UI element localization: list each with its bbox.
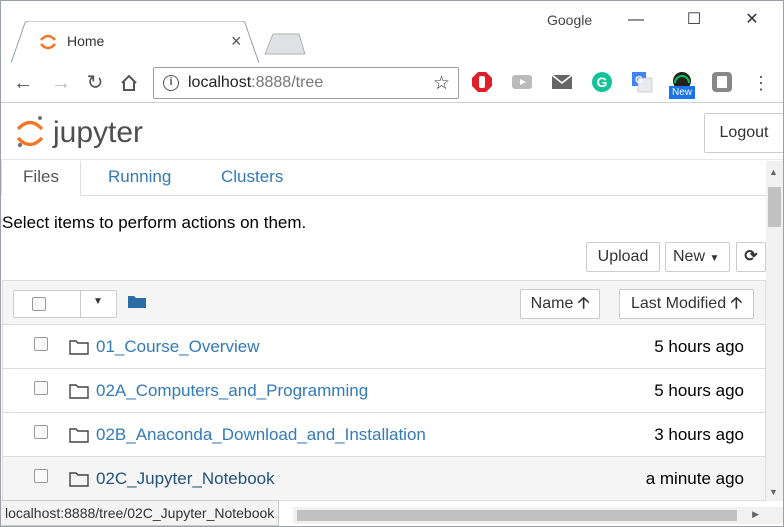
svg-text:G: G [635,75,643,86]
nav-tabs: Files Running Clusters [1,161,766,196]
folder-icon [69,384,89,399]
scrollbar-thumb[interactable] [297,510,737,521]
item-checkbox[interactable] [34,381,48,395]
adblock-icon[interactable] [471,71,493,93]
folder-icon[interactable] [127,293,147,309]
item-modified: 5 hours ago [654,337,744,356]
sort-modified-button[interactable]: Last Modified 🡡 [619,289,754,319]
caret-down-icon[interactable]: ▼ [93,296,103,307]
sort-name-label: Name [530,295,574,312]
new-button-label: New [673,248,706,265]
tab-home[interactable]: Home × [11,21,259,63]
jupyter-page: jupyter Logout Files Running Clusters Se… [1,104,783,526]
screencast-icon[interactable] [711,71,733,93]
list-item[interactable]: 02B_Anaconda_Download_and_Installation 3… [3,413,765,457]
scrollbar-thumb[interactable] [768,187,781,227]
tab-title: Home [67,33,105,49]
new-badge: New [669,86,695,99]
new-button[interactable]: New ▼ [665,242,730,272]
browser-toolbar: ← → ↻ i localhost:8888/tree ☆ G G New ⋮ [1,63,783,103]
scroll-down-icon[interactable]: ▼ [769,487,778,497]
folder-icon [69,472,89,487]
status-bar: localhost:8888/tree/02C_Jupyter_Notebook [1,500,280,526]
browser-window: Google — ☐ ✕ Home × ← → ↻ i localhost:88… [0,0,784,527]
logout-button[interactable]: Logout [704,113,783,153]
content-area: Files Running Clusters Select items to p… [1,161,766,501]
reload-icon[interactable]: ↻ [83,71,107,95]
forward-icon[interactable]: → [49,71,73,95]
back-icon[interactable]: ← [11,71,35,95]
url-text[interactable]: localhost:8888/tree [188,74,323,92]
selection-hint: Select items to perform actions on them. [2,213,307,232]
item-checkbox[interactable] [34,337,48,351]
item-name[interactable]: 02A_Computers_and_Programming [96,381,368,401]
sort-modified-label: Last Modified [630,295,727,312]
item-modified: a minute ago [645,469,744,488]
home-icon[interactable] [119,73,139,93]
refresh-icon: ⟳ [744,248,758,265]
jupyter-header: jupyter Logout [1,104,783,160]
item-modified: 3 hours ago [654,425,744,444]
arrow-up-icon: 🡡 [577,295,590,312]
item-checkbox[interactable] [34,469,48,483]
file-list: ▼ Name 🡡 Last Modified 🡡 01_Course_Overv… [2,280,766,501]
title-bar: Google — ☐ ✕ Home × [1,1,783,63]
logo-text: jupyter [52,116,143,149]
info-icon[interactable]: i [163,75,179,91]
list-item[interactable]: 02A_Computers_and_Programming 5 hours ag… [3,369,765,413]
mail-icon[interactable] [551,71,573,93]
arrow-up-icon: 🡡 [730,295,743,312]
scroll-up-icon[interactable]: ▲ [769,167,778,177]
menu-dots-icon[interactable]: ⋮ [749,71,773,95]
sort-name-button[interactable]: Name 🡡 [520,289,600,319]
tab-files[interactable]: Files [1,161,81,196]
new-tab-button[interactable] [263,33,307,55]
vertical-scrollbar[interactable]: ▲ ▼ [766,161,783,501]
address-bar[interactable]: i localhost:8888/tree ☆ [153,67,459,99]
upload-button[interactable]: Upload [586,242,660,272]
select-all-checkbox[interactable] [32,297,46,311]
scroll-right-icon[interactable]: ▶ [752,509,759,520]
translate-icon[interactable]: G [631,71,653,93]
list-item[interactable]: 01_Course_Overview 5 hours ago [3,325,765,369]
select-all-dropdown[interactable]: ▼ [13,290,117,318]
item-checkbox[interactable] [34,425,48,439]
list-item[interactable]: 02C_Jupyter_Notebook a minute ago [3,457,765,501]
item-modified: 5 hours ago [654,381,744,400]
list-header: ▼ Name 🡡 Last Modified 🡡 [3,281,765,325]
bookmark-star-icon[interactable]: ☆ [433,72,450,95]
tab-clusters[interactable]: Clusters [221,161,283,196]
folder-icon [69,428,89,443]
horizontal-scrollbar[interactable]: ▶ [293,507,783,524]
folder-icon [69,340,89,355]
caret-down-icon: ▼ [709,253,720,264]
refresh-button[interactable]: ⟳ [736,242,766,272]
item-name[interactable]: 02C_Jupyter_Notebook [96,469,275,489]
svg-text:G: G [597,74,608,90]
item-name[interactable]: 01_Course_Overview [96,337,259,357]
grammarly-icon[interactable]: G [591,71,613,93]
dropdown-divider [80,291,81,317]
item-name[interactable]: 02B_Anaconda_Download_and_Installation [96,425,426,445]
tab-close-icon[interactable]: × [231,31,242,51]
tab-running[interactable]: Running [108,161,171,196]
jupyter-favicon-icon [40,34,56,50]
youtube-icon[interactable] [511,71,533,93]
jupyter-logo[interactable]: jupyter [15,112,165,154]
tab-strip: Home × [1,21,783,63]
